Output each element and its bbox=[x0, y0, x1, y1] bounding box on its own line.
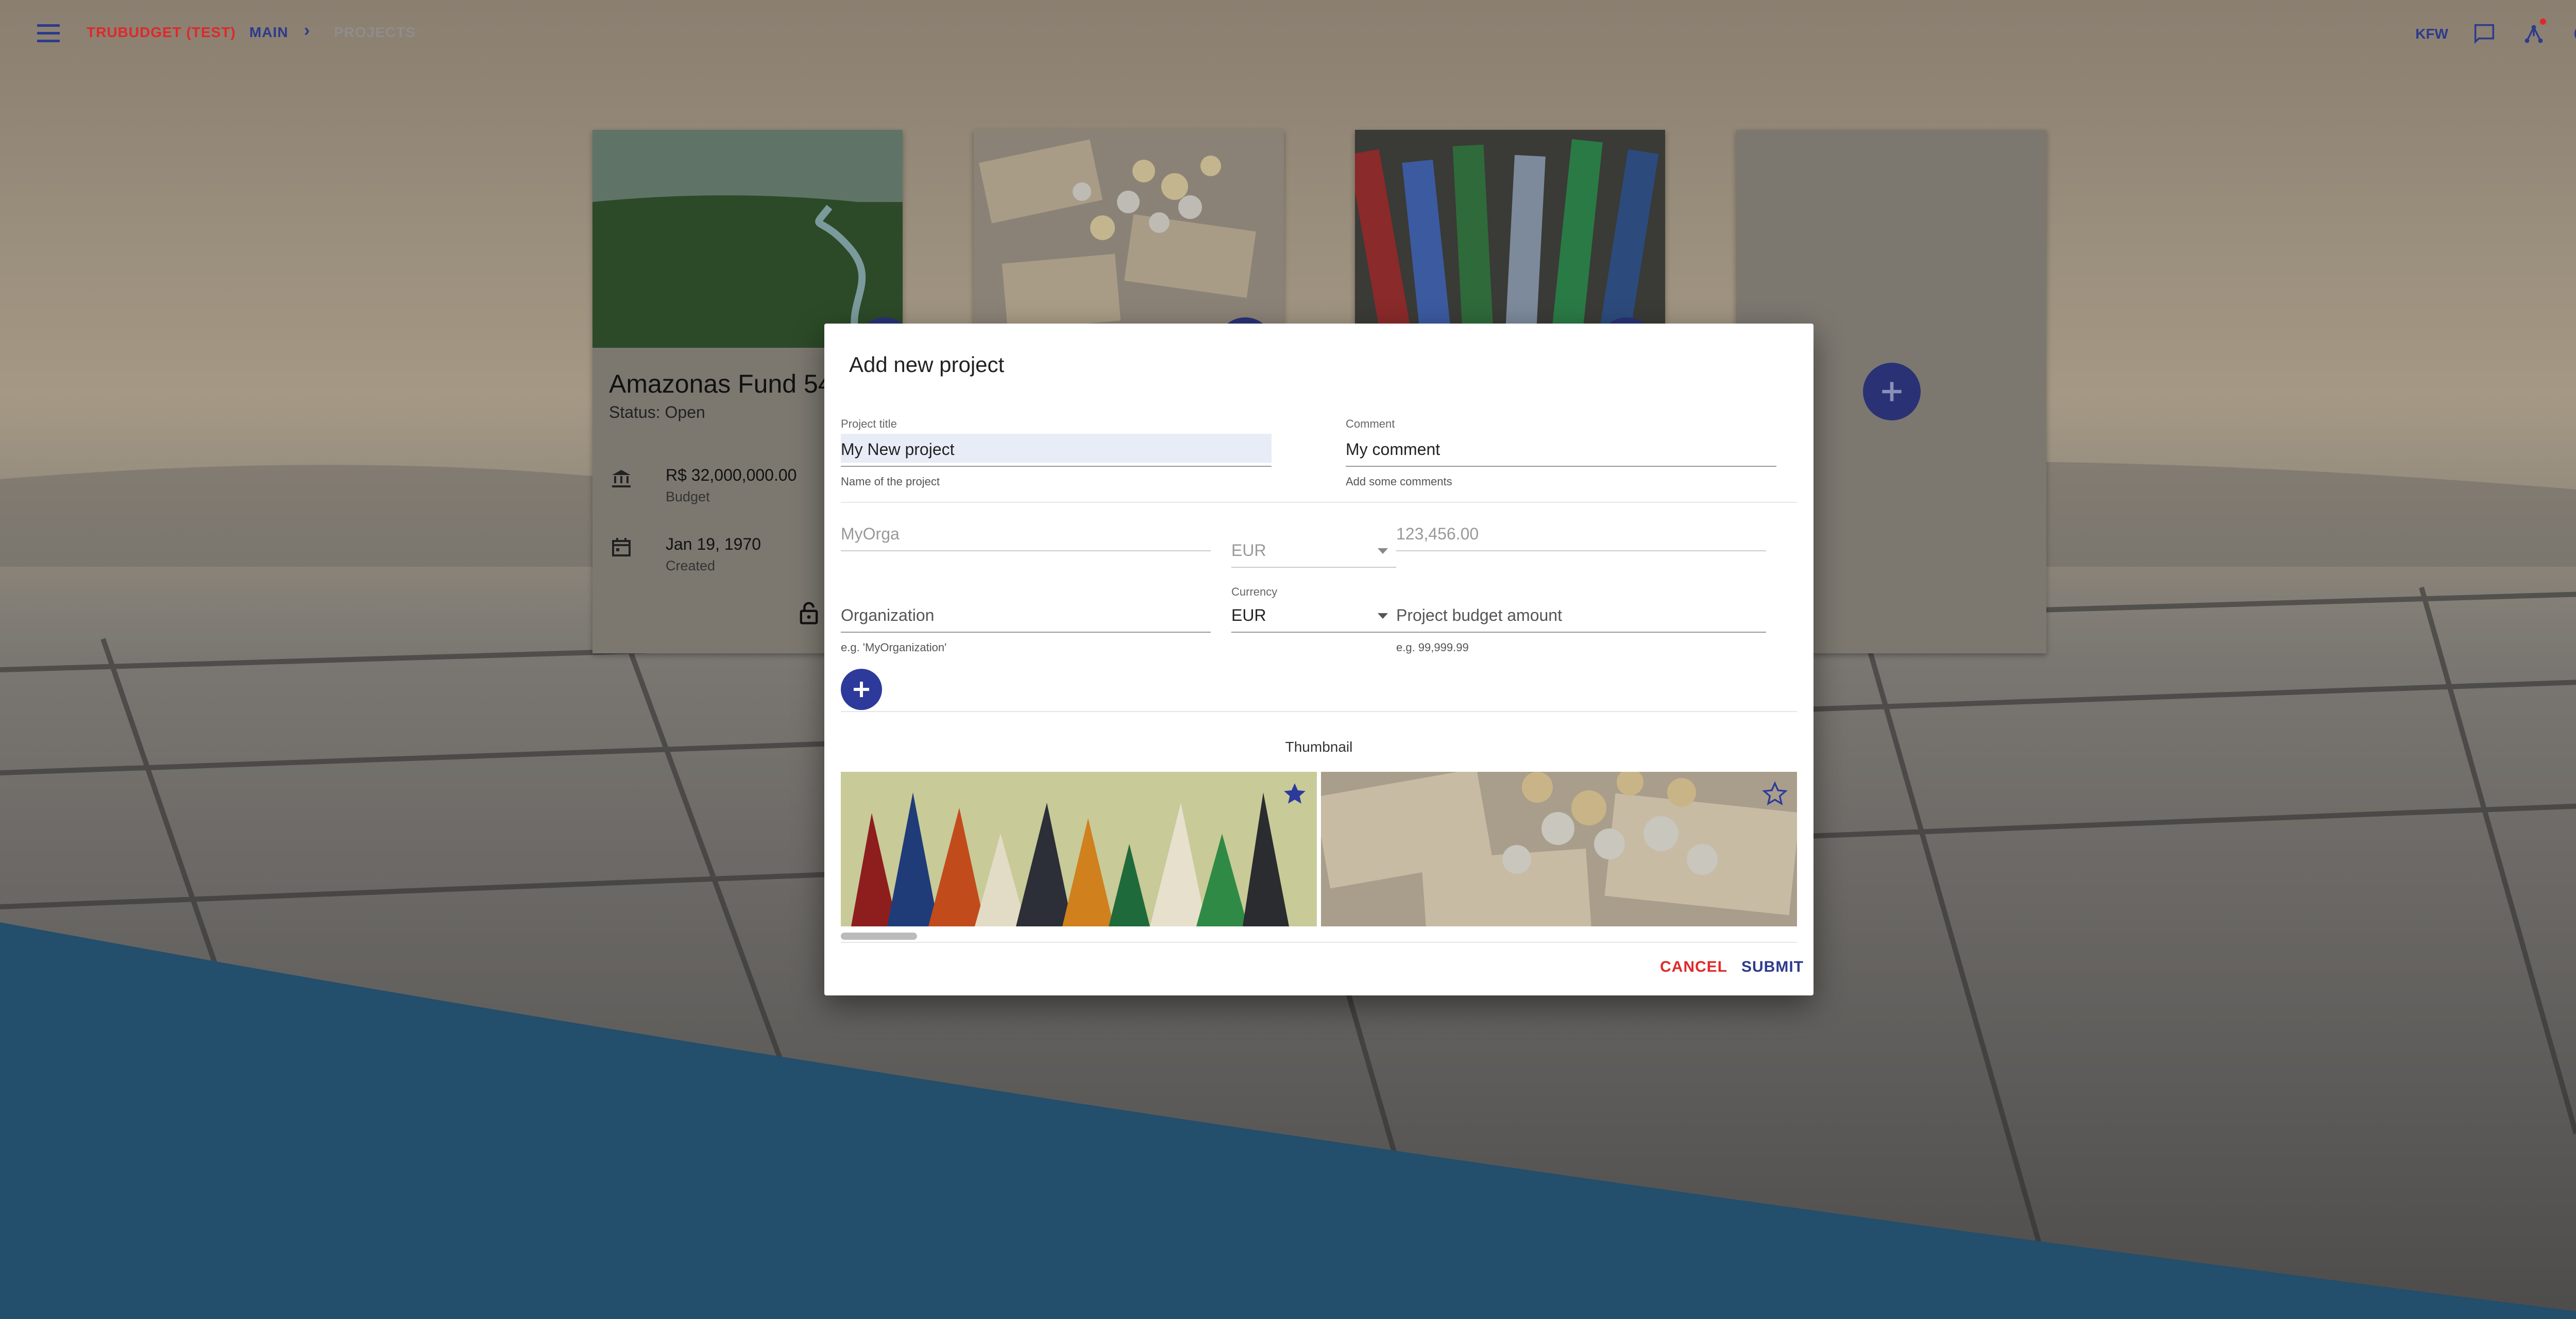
organization-underline bbox=[841, 632, 1211, 633]
comment-input[interactable]: My comment bbox=[1346, 440, 1440, 459]
budget-amount-helper: e.g. 99,999.99 bbox=[1396, 641, 1469, 654]
add-budget-button[interactable] bbox=[841, 669, 882, 710]
project-title-label: Project title bbox=[841, 417, 897, 430]
comment-underline bbox=[1346, 466, 1776, 467]
currency-select[interactable]: EUR bbox=[1231, 606, 1266, 625]
existing-currency: EUR bbox=[1231, 541, 1266, 560]
pencils-image bbox=[841, 772, 1317, 926]
thumbnail-scrollbar[interactable] bbox=[841, 933, 917, 940]
existing-currency-underline bbox=[1231, 567, 1396, 568]
existing-amount-underline bbox=[1396, 550, 1766, 551]
existing-organization-underline bbox=[841, 550, 1211, 551]
thumbnail-label: Thumbnail bbox=[1285, 739, 1353, 755]
existing-amount: 123,456.00 bbox=[1396, 525, 1479, 543]
divider bbox=[841, 711, 1797, 712]
currency-underline bbox=[1231, 632, 1396, 633]
divider bbox=[841, 942, 1797, 943]
money-image bbox=[1321, 772, 1797, 926]
submit-button[interactable]: SUBMIT bbox=[1741, 958, 1804, 976]
thumbnail-option-money[interactable] bbox=[1321, 772, 1797, 926]
organization-helper: e.g. 'MyOrganization' bbox=[841, 641, 947, 654]
dialog-title: Add new project bbox=[849, 352, 1005, 377]
star-outline-icon[interactable] bbox=[1762, 781, 1788, 807]
project-title-helper: Name of the project bbox=[841, 475, 940, 488]
chevron-down-icon bbox=[1378, 548, 1388, 554]
plus-icon bbox=[854, 682, 869, 697]
budget-amount-underline bbox=[1396, 632, 1766, 633]
budget-amount-input[interactable]: Project budget amount bbox=[1396, 606, 1562, 625]
currency-label: Currency bbox=[1231, 585, 1278, 598]
project-title-input[interactable]: My New project bbox=[841, 440, 955, 459]
star-filled-icon[interactable] bbox=[1282, 781, 1308, 807]
thumbnail-option-pencils[interactable] bbox=[841, 772, 1317, 926]
existing-organization: MyOrga bbox=[841, 525, 900, 543]
comment-helper: Add some comments bbox=[1346, 475, 1452, 488]
chevron-down-icon[interactable] bbox=[1378, 613, 1388, 619]
project-title-underline bbox=[841, 466, 1272, 467]
divider bbox=[841, 502, 1797, 503]
add-project-dialog: Add new project Project title My New pro… bbox=[824, 324, 1814, 995]
cancel-button[interactable]: CANCEL bbox=[1660, 958, 1727, 976]
organization-input[interactable]: Organization bbox=[841, 606, 934, 625]
comment-label: Comment bbox=[1346, 417, 1395, 430]
